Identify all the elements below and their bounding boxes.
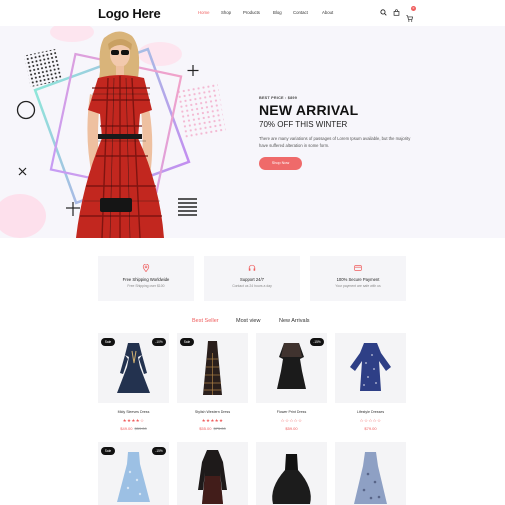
product-image[interactable] (256, 442, 327, 505)
price-new: $55.00 (199, 426, 212, 431)
hero-decoration (0, 26, 227, 238)
product-rating: ★★★★★ (201, 418, 224, 423)
product-name[interactable]: Midy Sleeves Dress (98, 410, 169, 414)
product-price: $79.00 (335, 426, 406, 431)
shopping-bag-icon[interactable] (393, 9, 400, 16)
nav-products[interactable]: Products (243, 10, 260, 15)
cart-icon (406, 15, 413, 22)
price-new: $79.00 (364, 426, 377, 431)
sale-badge: Sale (101, 447, 115, 455)
feature-title: Support 24/7 (240, 277, 264, 282)
best-price-label: BEST PRICE : $899 (259, 96, 298, 100)
black-longsleeve-dress-image (198, 450, 227, 504)
feature-title: 100% Secure Payment (336, 277, 380, 282)
product-image[interactable] (335, 442, 406, 505)
feature-desc: Free Shipping over $100 (127, 284, 165, 288)
headphones-icon (248, 264, 256, 271)
tab-new-arrivals[interactable]: New Arrivals (279, 318, 310, 324)
price-old: $59.00 (134, 426, 147, 431)
product-image[interactable] (335, 333, 406, 403)
product-price: $55.00 $75.00 (177, 426, 248, 431)
tab-most-view[interactable]: Most view (236, 318, 260, 324)
price-old: $75.00 (213, 426, 226, 431)
hero-banner: BEST PRICE : $899 NEW ARRIVAL 70% OFF TH… (0, 26, 505, 238)
product-image[interactable] (177, 442, 248, 505)
nav-about[interactable]: About (322, 10, 333, 15)
price-new: $49.00 (120, 426, 133, 431)
hero-subtitle: 70% OFF THIS WINTER (259, 120, 348, 129)
hero-title: NEW ARRIVAL (259, 102, 359, 118)
feature-title: Free Shipping Worldwide (122, 277, 170, 282)
feature-free-shipping: Free Shipping Worldwide Free Shipping ov… (98, 256, 194, 301)
product-rating: ★★★★☆ (122, 418, 145, 423)
cart-count-badge: 0 (411, 6, 416, 11)
product-price: $59.00 (256, 426, 327, 431)
print-dress-image (354, 452, 387, 504)
nav-blog[interactable]: Blog (273, 10, 282, 15)
nav-home[interactable]: Home (198, 10, 209, 15)
product-price: $49.00 $59.00 (98, 426, 169, 431)
product-rating: ☆☆☆☆☆ (359, 418, 382, 423)
site-header: Logo Here Home Shop Products Blog Contac… (0, 0, 505, 26)
discount-badge: -15% (310, 338, 324, 346)
blue-floral-dress-image (350, 343, 391, 391)
shop-now-button[interactable]: Shop Now (259, 157, 302, 170)
discount-badge: -15% (152, 447, 166, 455)
site-logo[interactable]: Logo Here (98, 6, 161, 21)
product-name[interactable]: Flower Print Dress (256, 410, 327, 414)
search-icon[interactable] (380, 9, 387, 16)
black-tutu-dress-image (272, 454, 311, 504)
feature-support: Support 24/7 Contact us 24 hours a day (204, 256, 300, 301)
sale-badge: Sale (101, 338, 115, 346)
price-new: $59.00 (285, 426, 298, 431)
nav-shop[interactable]: Shop (221, 10, 231, 15)
credit-card-icon (354, 265, 362, 271)
hero-text: BEST PRICE : $899 NEW ARRIVAL 70% OFF TH… (259, 96, 419, 170)
feature-secure-payment: 100% Secure Payment Your payment are saf… (310, 256, 406, 301)
header-icons: 0 (380, 6, 416, 22)
sale-badge: Sale (180, 338, 194, 346)
hero-description: There are many variations of passages of… (259, 136, 411, 148)
location-pin-icon (142, 264, 150, 272)
feature-desc: Your payment are safe with us (335, 284, 381, 288)
feature-desc: Contact us 24 hours a day (232, 284, 272, 288)
product-name[interactable]: Stylish Western Dress (177, 410, 248, 414)
cart-button[interactable]: 0 (406, 6, 416, 22)
product-name[interactable]: Lifestyle Dresses (335, 410, 406, 414)
discount-badge: -10% (152, 338, 166, 346)
nav-contact[interactable]: Contact (293, 10, 308, 15)
tab-best-seller[interactable]: Best Seller (192, 318, 219, 324)
product-rating: ☆☆☆☆☆ (280, 418, 303, 423)
pink-blob (50, 26, 94, 42)
